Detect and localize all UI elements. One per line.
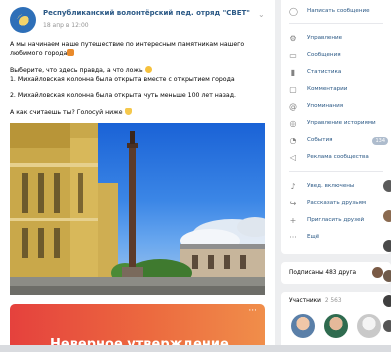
gear-icon: ⚙ <box>289 34 297 43</box>
menu-item-stories[interactable]: ◎ Управление историями <box>281 117 391 131</box>
events-count-badge: 134 <box>372 137 388 145</box>
comment-icon: ▢ <box>289 85 297 94</box>
members-block: Участники 2 563 <box>281 292 391 352</box>
smile-emoji-icon <box>144 66 152 74</box>
menu-item-label: Пригласить друзей <box>307 217 365 223</box>
menu-item-label: Ещё <box>307 234 320 240</box>
chat-icon: ◯ <box>289 7 298 16</box>
post-photo-monument[interactable] <box>10 123 265 295</box>
post-question: А как считаешь ты? Голосуй ниже <box>10 108 265 117</box>
members-label: Участники <box>289 298 321 304</box>
menu-item-label: Статистика <box>307 69 342 75</box>
chevron-down-icon[interactable]: ⌄ <box>258 11 266 19</box>
menu-item-label: Увед. включены <box>307 183 355 189</box>
menu-item-more[interactable]: ··· Ещё <box>281 231 391 245</box>
page: Республиканский волонтёрский пед. отряд … <box>0 0 391 352</box>
horizontal-scrollbar[interactable] <box>0 345 391 352</box>
menu-item-comments[interactable]: ▢ Комментарии <box>281 83 391 97</box>
divider <box>289 171 383 172</box>
post-header: Республиканский волонтёрский пед. отряд … <box>10 7 266 35</box>
menu-item-messages[interactable]: ▭ Сообщения <box>281 49 391 63</box>
hand-emoji-icon <box>124 108 132 116</box>
menu-item-write-message[interactable]: ◯ Написать сообщение <box>281 5 391 19</box>
subscribed-friends[interactable]: Подписаны 483 друга <box>281 262 391 284</box>
menu-item-label: Сообщения <box>307 52 341 58</box>
post-intro: А мы начинаем наше путешествие по интере… <box>10 41 265 58</box>
bell-on-icon: ♪ <box>290 182 296 191</box>
group-name-link[interactable]: Республиканский волонтёрский пед. отряд … <box>43 9 250 17</box>
chat-avatar[interactable] <box>383 210 391 222</box>
invite-icon: + <box>289 216 297 225</box>
menu-item-mentions[interactable]: @ Упоминания <box>281 100 391 114</box>
post-text: А мы начинаем наше путешествие по интере… <box>10 41 265 125</box>
members-header[interactable]: Участники 2 563 <box>289 298 342 304</box>
menu-item-manage[interactable]: ⚙ Управление <box>281 32 391 46</box>
post-prompt: Выберите, что здесь правда, а что ложь <box>10 66 265 75</box>
menu-item-label: Упоминания <box>307 103 344 109</box>
chat-sidebar-strip <box>381 170 391 352</box>
wall-post: Республиканский волонтёрский пед. отряд … <box>0 0 275 352</box>
megaphone-icon: ◁ <box>289 153 297 162</box>
post-question-text: А как считаешь ты? Голосуй ниже <box>10 109 123 117</box>
chat-avatar[interactable] <box>383 270 391 282</box>
bell-icon: ◔ <box>289 136 297 145</box>
member-avatar[interactable] <box>357 314 381 338</box>
menu-item-events[interactable]: ◔ События 134 <box>281 134 391 148</box>
menu-item-notifications[interactable]: ♪ Увед. включены <box>281 180 391 194</box>
post-option-1: 1. Михайловская колонна была открыта вме… <box>10 75 235 83</box>
stories-icon: ◎ <box>289 119 297 128</box>
fire-emoji-icon <box>67 49 75 57</box>
chat-avatar[interactable] <box>383 295 391 307</box>
menu-item-stats[interactable]: ▮ Статистика <box>281 66 391 80</box>
menu-item-label: Рассказать друзьям <box>307 200 367 206</box>
menu-item-ads[interactable]: ◁ Реклама сообщества <box>281 151 391 165</box>
chat-avatar[interactable] <box>383 180 391 192</box>
menu-item-label: Реклама сообщества <box>307 154 369 160</box>
stats-icon: ▮ <box>290 68 296 77</box>
members-count: 2 563 <box>324 298 342 304</box>
more-icon: ··· <box>289 233 297 242</box>
member-avatar[interactable] <box>324 314 348 338</box>
group-avatar[interactable] <box>10 7 36 33</box>
menu-item-label: События <box>307 137 333 143</box>
menu-item-label: Комментарии <box>307 86 348 92</box>
subscribed-friends-label: Подписаны 483 друга <box>289 270 357 276</box>
divider <box>289 23 383 24</box>
post-prompt-text: Выберите, что здесь правда, а что ложь <box>10 67 143 75</box>
menu-item-label: Написать сообщение <box>307 8 370 14</box>
message-icon: ▭ <box>289 51 297 60</box>
community-menu: ◯ Написать сообщение ⚙ Управление ▭ Сооб… <box>281 0 391 254</box>
post-date[interactable]: 18 апр в 12:00 <box>43 22 89 29</box>
more-icon[interactable]: ··· <box>248 306 257 316</box>
chat-avatar[interactable] <box>383 320 391 332</box>
menu-item-label: Управление историями <box>307 120 376 126</box>
menu-item-label: Управление <box>307 35 343 41</box>
chat-avatar[interactable] <box>383 240 391 252</box>
menu-item-invite[interactable]: + Пригласить друзей <box>281 214 391 228</box>
share-icon: ↪ <box>289 199 297 208</box>
menu-item-share[interactable]: ↪ Рассказать друзьям <box>281 197 391 211</box>
post-option-2: 2. Михайловская колонна была открыта чут… <box>10 91 236 99</box>
mention-icon: @ <box>289 102 297 111</box>
member-avatar[interactable] <box>291 314 315 338</box>
post-intro-text-end: города <box>44 50 68 58</box>
